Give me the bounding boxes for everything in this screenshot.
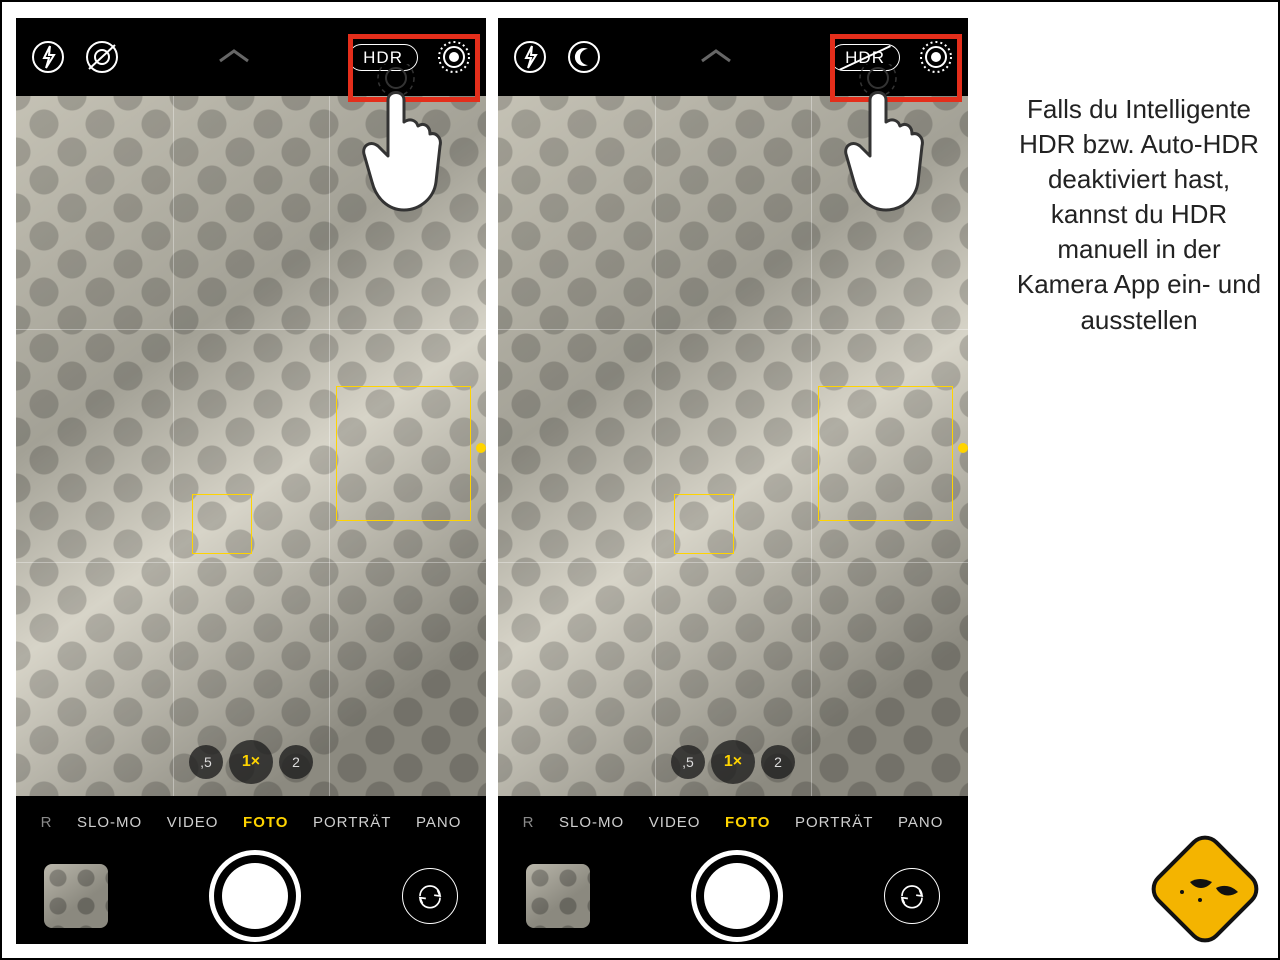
camera-viewfinder[interactable]: ,5 1× 2 (498, 96, 968, 796)
zoom-selector[interactable]: ,5 1× 2 (189, 740, 313, 784)
hdr-button[interactable]: HDR (348, 44, 418, 71)
camera-flip-button[interactable] (402, 868, 458, 924)
live-photo-icon[interactable] (436, 39, 472, 75)
hdr-label: HDR (363, 48, 403, 67)
exposure-sun-icon[interactable] (476, 443, 486, 453)
night-mode-icon[interactable] (84, 39, 120, 75)
mode-item[interactable]: PANO (416, 814, 461, 831)
mode-selector[interactable]: R SLO-MO VIDEO FOTO PORTRÄT PANO (498, 796, 968, 844)
zoom-option[interactable]: 2 (761, 745, 795, 779)
exposure-sun-icon[interactable] (958, 443, 968, 453)
camera-viewfinder[interactable]: ,5 1× 2 (16, 96, 486, 796)
mode-item[interactable]: PORTRÄT (795, 814, 873, 831)
focus-indicator-small (192, 494, 252, 554)
camera-flip-button[interactable] (884, 868, 940, 924)
camera-screenshot-hdr-off: HDR ,5 1× 2 (498, 18, 968, 944)
zoom-option-active[interactable]: 1× (711, 740, 755, 784)
caption-text: Falls du Intelligente HDR bzw. Auto-HDR … (1014, 92, 1264, 338)
chevron-up-icon[interactable] (694, 47, 738, 67)
brand-logo-icon (1150, 834, 1260, 944)
mode-item-active[interactable]: FOTO (243, 814, 288, 831)
zoom-option-active[interactable]: 1× (229, 740, 273, 784)
mode-truncated: R (523, 814, 535, 831)
mode-item[interactable]: SLO-MO (559, 814, 624, 831)
zoom-selector[interactable]: ,5 1× 2 (671, 740, 795, 784)
flash-icon[interactable] (512, 39, 548, 75)
mode-selector[interactable]: R SLO-MO VIDEO FOTO PORTRÄT PANO (16, 796, 486, 844)
zoom-option[interactable]: 2 (279, 745, 313, 779)
mode-item[interactable]: VIDEO (167, 814, 219, 831)
gallery-thumbnail[interactable] (44, 864, 108, 928)
shutter-button[interactable] (209, 850, 301, 942)
live-photo-icon[interactable] (918, 39, 954, 75)
chevron-up-icon[interactable] (212, 47, 256, 67)
focus-indicator-large (818, 386, 953, 521)
camera-screenshot-hdr-on: HDR ,5 1× 2 R (16, 18, 486, 944)
mode-item-active[interactable]: FOTO (725, 814, 770, 831)
zoom-option[interactable]: ,5 (189, 745, 223, 779)
gallery-thumbnail[interactable] (526, 864, 590, 928)
flash-icon[interactable] (30, 39, 66, 75)
focus-indicator-small (674, 494, 734, 554)
mode-truncated: R (41, 814, 53, 831)
night-mode-icon[interactable] (566, 39, 602, 75)
focus-indicator-large (336, 386, 471, 521)
shutter-button[interactable] (691, 850, 783, 942)
mode-item[interactable]: SLO-MO (77, 814, 142, 831)
mode-item[interactable]: PANO (898, 814, 943, 831)
hdr-button-off[interactable]: HDR (830, 44, 900, 71)
mode-item[interactable]: PORTRÄT (313, 814, 391, 831)
zoom-option[interactable]: ,5 (671, 745, 705, 779)
mode-item[interactable]: VIDEO (649, 814, 701, 831)
